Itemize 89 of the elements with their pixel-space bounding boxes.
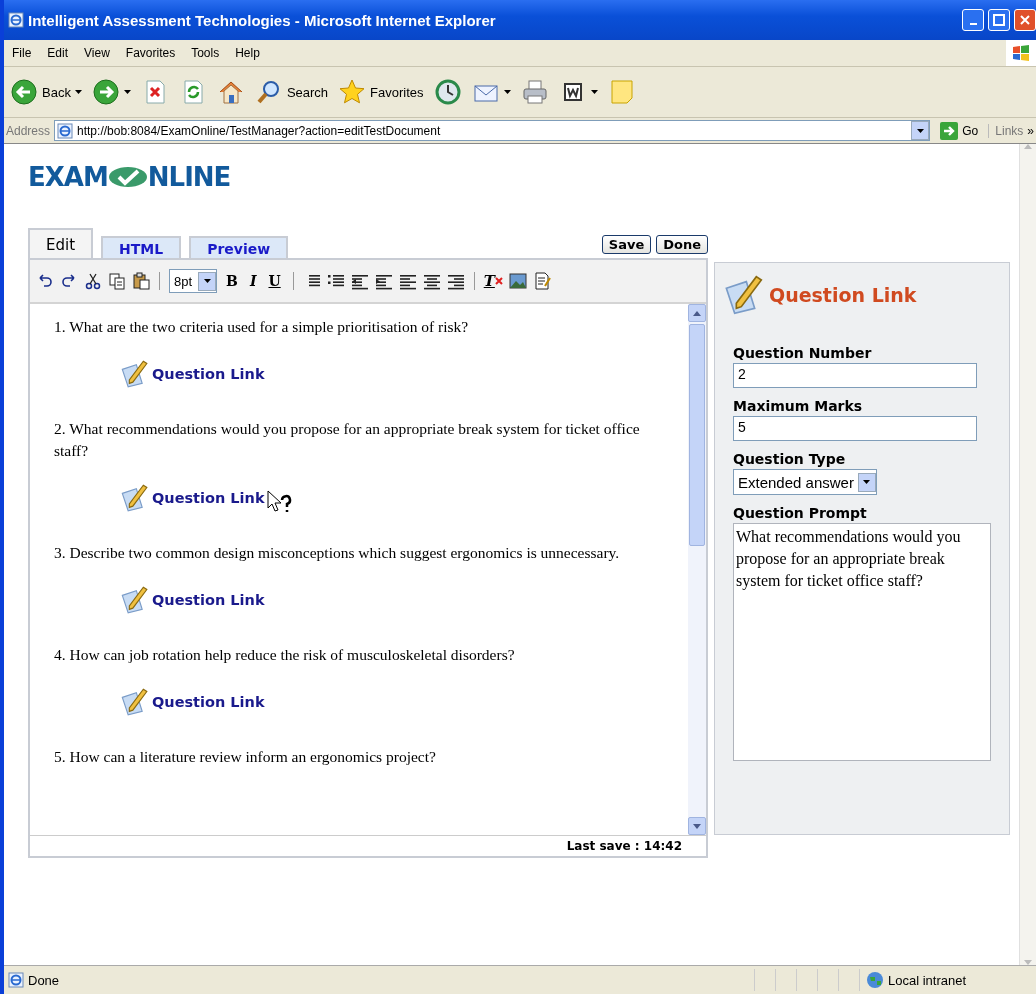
caret-icon[interactable] xyxy=(123,90,131,94)
maximize-button[interactable] xyxy=(988,9,1010,31)
scissors-icon[interactable] xyxy=(84,272,102,290)
form-icon[interactable] xyxy=(532,272,551,290)
caret-icon[interactable] xyxy=(503,90,511,94)
page-icon xyxy=(57,122,74,139)
action-button[interactable]: Done xyxy=(656,235,708,254)
question-type-select[interactable]: Extended answer xyxy=(733,469,877,495)
caret-icon[interactable] xyxy=(863,480,871,484)
editor-tab[interactable]: Preview xyxy=(189,236,289,258)
window-title: Intelligent Assessment Technologies - Microsoft Internet Explorer xyxy=(28,11,497,29)
field-label: Maximum Marks xyxy=(733,398,864,414)
page-icon xyxy=(8,972,24,988)
image-icon[interactable] xyxy=(508,272,527,290)
undo-icon[interactable] xyxy=(36,272,54,290)
question-text: 5. How can a literature review inform an ergonomics project? xyxy=(54,747,437,767)
clear-format-button[interactable]: T xyxy=(483,272,503,290)
question-text: 2. What recommendations would you propose for an appropriate break system for ticket office staff? xyxy=(54,419,641,461)
panel-title: Question Link xyxy=(769,284,917,306)
question-link[interactable]: Question Link xyxy=(152,363,265,385)
back-button[interactable]: Back xyxy=(8,76,84,108)
down-arrow-icon[interactable] xyxy=(693,823,701,829)
editor-tab[interactable]: Edit xyxy=(28,228,94,258)
globe-icon xyxy=(866,971,884,989)
help-cursor-icon xyxy=(266,490,293,514)
address-label: Address xyxy=(6,123,51,138)
field-label: Question Type xyxy=(733,451,847,467)
cross-icon xyxy=(494,277,503,285)
text-field[interactable]: 5 xyxy=(733,416,977,441)
minimize-icon xyxy=(969,23,977,25)
minimize-button[interactable] xyxy=(962,9,984,31)
more-chevron[interactable]: » xyxy=(1027,123,1034,138)
close-icon xyxy=(1019,14,1031,26)
field-label: Question Number xyxy=(733,345,873,361)
italic-button[interactable]: I xyxy=(246,273,260,289)
menu-item[interactable]: Tools xyxy=(183,46,228,60)
windows-flag-icon xyxy=(1006,40,1036,66)
star-icon xyxy=(338,78,367,106)
indent-icon[interactable] xyxy=(374,272,393,290)
menu-item[interactable]: Edit xyxy=(39,46,77,60)
caret-icon[interactable] xyxy=(916,128,924,133)
question-text: 4. How can job rotation help reduce the risk of musculoskeletal disorders? xyxy=(54,645,516,665)
go-button[interactable]: Go xyxy=(934,121,985,140)
exam-online-logo: EXAM NLINE xyxy=(28,162,231,192)
align-right-icon[interactable] xyxy=(446,272,465,290)
clipboard-icon[interactable] xyxy=(132,272,150,290)
text-field[interactable]: 2 xyxy=(733,363,977,388)
menu-item[interactable]: Help xyxy=(227,46,268,60)
menu-item[interactable]: File xyxy=(4,46,40,60)
editor-tab[interactable]: HTML xyxy=(101,236,182,258)
up-arrow-icon[interactable] xyxy=(693,310,701,316)
question-text: 3. Describe two common design misconceptions which suggest ergonomics is unnecessary. xyxy=(54,543,621,563)
zone-label: Local intranet xyxy=(888,972,967,988)
caret-icon[interactable] xyxy=(74,90,82,94)
pencil-note-icon xyxy=(120,688,148,716)
menu-item[interactable]: View xyxy=(76,46,118,60)
printer-icon xyxy=(520,78,549,106)
align-left-icon[interactable] xyxy=(398,272,417,290)
maximize-icon xyxy=(993,14,1005,26)
pencil-note-icon xyxy=(120,360,148,388)
align-center-icon[interactable] xyxy=(422,272,441,290)
copy-icon[interactable] xyxy=(108,272,126,290)
address-field[interactable]: http://bob:8084/ExamOnline/TestManager?action=editTestDocument xyxy=(54,120,931,141)
pencil-note-icon xyxy=(120,586,148,614)
favorites-button[interactable]: Favorites xyxy=(336,76,426,108)
outdent-icon[interactable] xyxy=(350,272,369,290)
question-text: 1. What are the two criteria used for a simple prioritisation of risk? xyxy=(54,317,470,337)
question-link[interactable]: Question Link xyxy=(152,487,265,509)
scrollbar[interactable] xyxy=(688,304,706,835)
links-label[interactable]: Links xyxy=(988,123,1024,138)
field-label: Question Prompt xyxy=(733,505,868,521)
browser-icon xyxy=(8,12,24,28)
close-button[interactable] xyxy=(1014,9,1036,31)
bold-button[interactable]: B xyxy=(223,273,241,289)
search-button[interactable]: Search xyxy=(252,76,331,108)
clock-icon xyxy=(433,78,462,106)
prompt-textarea[interactable]: What recommendations would you propose for an appropriate break system for ticket office staff? xyxy=(733,523,991,761)
question-link[interactable]: Question Link xyxy=(152,589,265,611)
pencil-note-icon xyxy=(723,275,763,315)
underline-button[interactable]: U xyxy=(265,273,284,289)
font-size-select[interactable]: 8pt xyxy=(169,269,218,293)
status-text: Done xyxy=(28,972,60,988)
caret-icon[interactable] xyxy=(203,279,211,283)
redo-icon[interactable] xyxy=(60,272,78,290)
question-link[interactable]: Question Link xyxy=(152,691,265,713)
caret-icon[interactable] xyxy=(590,90,598,94)
menu-item[interactable]: Favorites xyxy=(117,46,184,60)
action-button[interactable]: Save xyxy=(601,235,652,254)
pencil-note-icon xyxy=(120,484,148,512)
